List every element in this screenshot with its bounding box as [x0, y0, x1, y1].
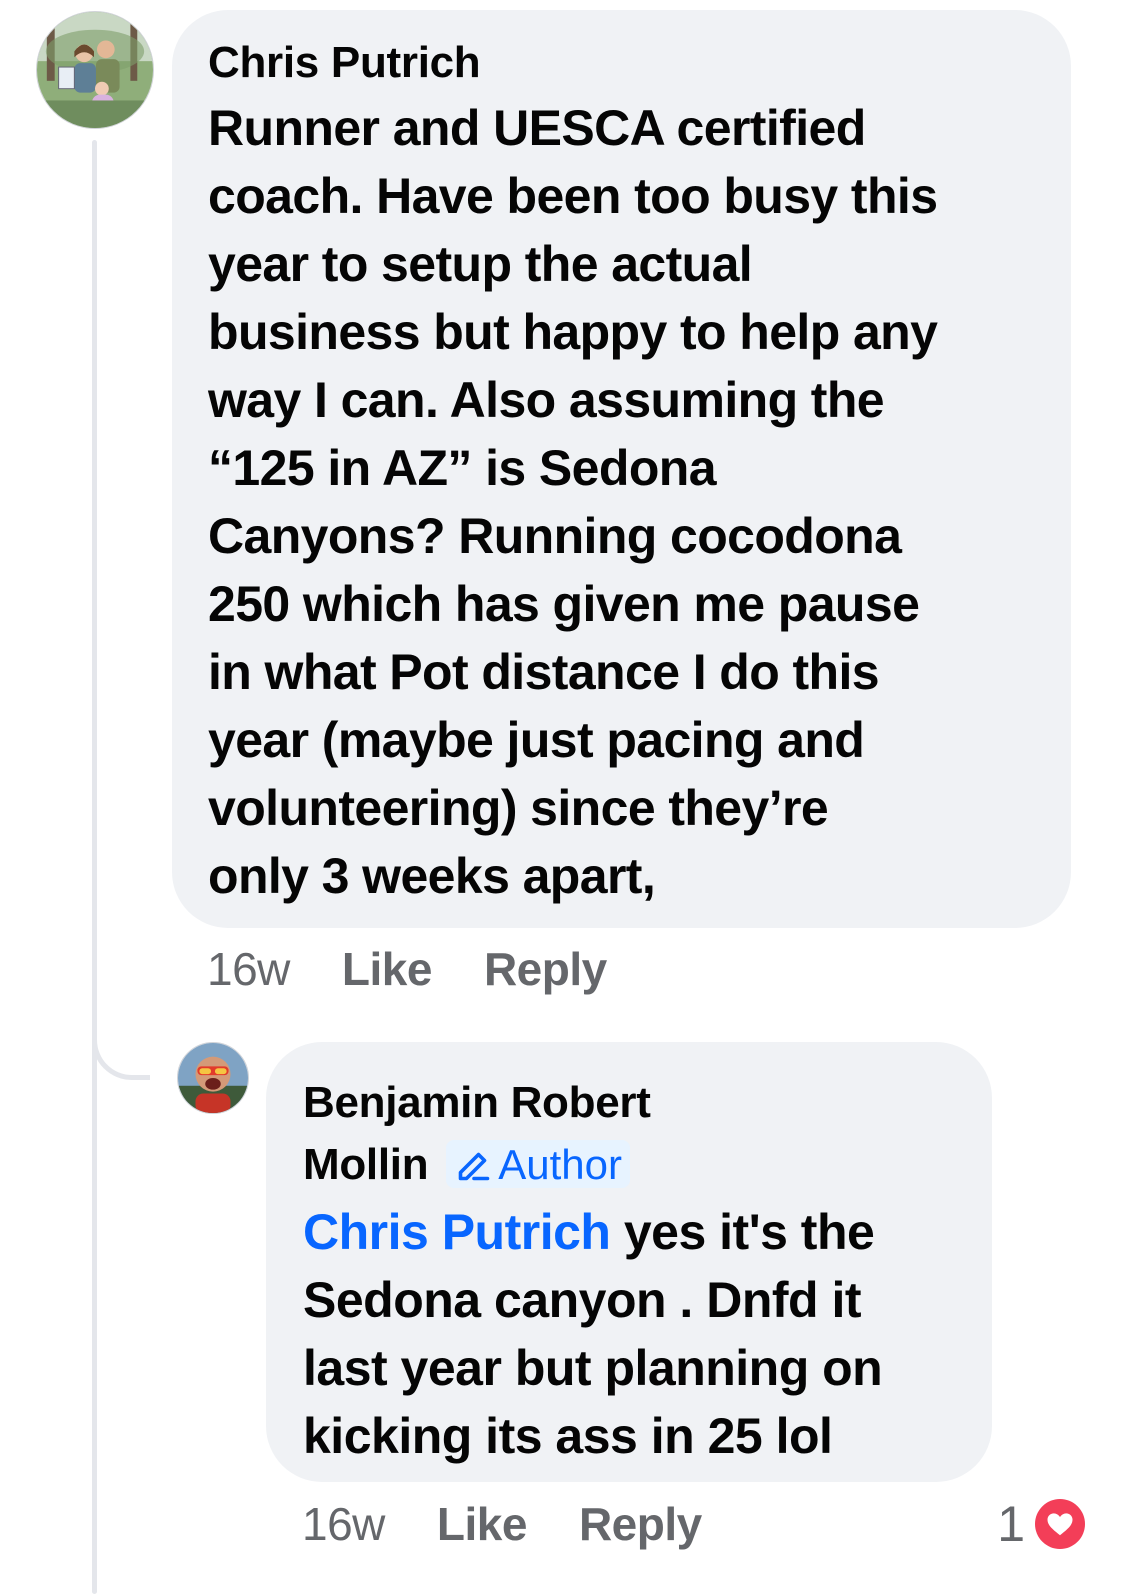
comment-text-line: only 3 weeks apart,	[208, 848, 656, 904]
reaction-count: 1	[997, 1496, 1025, 1552]
thread-connector-line	[92, 140, 97, 1594]
comment-bubble: Chris Putrich Runner and UESCA certified…	[172, 10, 1071, 928]
reply-author-name[interactable]: Benjamin Robert Mollin Author	[303, 1072, 743, 1196]
comment-text-line: year (maybe just pacing and	[208, 712, 865, 768]
comment-timestamp[interactable]: 16w	[207, 942, 290, 996]
pencil-icon	[458, 1152, 490, 1181]
comment-text-line: Runner and UESCA certified	[208, 100, 866, 156]
comment-author-name[interactable]: Chris Putrich	[208, 40, 1041, 86]
comment-actions: 16w Like Reply	[207, 942, 659, 996]
comment-text-line: volunteering) since they’re	[208, 780, 829, 836]
comment-text-line: Canyons? Running cocodona	[208, 508, 902, 564]
heart-icon-shape	[1047, 1513, 1073, 1536]
reply-text-line: Chris Putrich yes it's the	[303, 1198, 962, 1266]
reply-text-line: Sedona canyon . Dnfd it	[303, 1272, 861, 1328]
comment-text-line: 250 which has given me pause	[208, 576, 920, 632]
comment-text-line: year to setup the actual	[208, 236, 753, 292]
reply-reply-button[interactable]: Reply	[579, 1497, 702, 1551]
reaction-summary[interactable]: 1	[997, 1495, 1085, 1553]
comment-like-button[interactable]: Like	[342, 942, 433, 996]
reply-author-name-line: Benjamin Robert	[303, 1078, 651, 1127]
mention-link[interactable]: Chris Putrich	[303, 1204, 611, 1260]
reply-text: Chris Putrich yes it's the Sedona canyon…	[303, 1198, 962, 1470]
reply-text-first: yes it's the	[610, 1204, 875, 1260]
reply-like-button[interactable]: Like	[437, 1497, 528, 1551]
comment-text-line: business but happy to help any	[208, 304, 938, 360]
heart-icon	[1035, 1499, 1085, 1549]
reply-text-line: last year but planning on	[303, 1340, 883, 1396]
comment-text-line: “125 in AZ” is Sedona	[208, 440, 717, 496]
author-badge-label: Author	[498, 1141, 622, 1188]
reply-text-line: kicking its ass in 25 lol	[303, 1408, 833, 1464]
reply-author-name-line: Mollin Author	[303, 1134, 743, 1196]
comment-text-line: way I can. Also assuming the	[208, 372, 885, 428]
comment-reply-button[interactable]: Reply	[484, 942, 607, 996]
comment-text-line: in what Pot distance I do this	[208, 644, 880, 700]
comment-text: Runner and UESCA certified coach. Have b…	[208, 94, 1041, 910]
reply-author-avatar[interactable]	[177, 1042, 249, 1114]
thread-branch-line	[92, 1010, 150, 1080]
reply-author-name-last: Mollin	[303, 1140, 429, 1189]
comment-text-line: coach. Have been too busy this	[208, 168, 938, 224]
reply-actions: 16w Like Reply	[302, 1497, 754, 1551]
author-badge: Author	[446, 1140, 630, 1188]
reply-author-avatar-photo	[178, 1043, 248, 1113]
commenter-avatar-photo	[37, 12, 153, 128]
commenter-avatar[interactable]	[36, 11, 154, 129]
reply-timestamp[interactable]: 16w	[302, 1497, 385, 1551]
reply-bubble: Benjamin Robert Mollin Author Chris Putr…	[266, 1042, 992, 1482]
